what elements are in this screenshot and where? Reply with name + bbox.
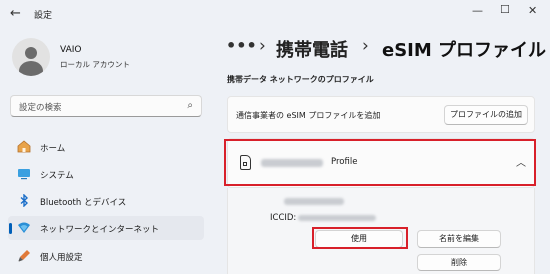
page-title: eSIM プロファイル xyxy=(382,40,547,61)
add-profile-button[interactable]: プロファイルの追加 xyxy=(444,105,528,125)
sidebar-item-label: ホーム xyxy=(40,144,66,154)
delete-profile-button[interactable]: 削除 xyxy=(417,254,501,271)
add-profile-text: 通信事業者の eSIM プロファイルを追加 xyxy=(236,111,381,120)
system-icon xyxy=(18,169,30,180)
sim-chip xyxy=(243,162,247,166)
search-icon: ⌕ xyxy=(187,100,193,111)
redacted-carrier-name xyxy=(261,159,323,167)
user-account-type: ローカル アカウント xyxy=(60,60,130,69)
redacted-profile-detail xyxy=(284,198,344,205)
breadcrumb-more-button[interactable]: ••• xyxy=(226,36,257,55)
sidebar-item-label: 個人用設定 xyxy=(40,253,83,263)
rename-profile-button[interactable]: 名前を編集 xyxy=(417,230,501,248)
section-title: 携帯データ ネットワークのプロファイル xyxy=(227,75,374,84)
chevron-right-icon: › xyxy=(259,36,266,56)
home-icon xyxy=(17,140,31,153)
add-profile-card: 通信事業者の eSIM プロファイルを追加 プロファイルの追加 xyxy=(227,96,535,133)
sim-card-icon xyxy=(240,155,251,170)
user-name: VAIO xyxy=(60,45,82,55)
sidebar-item-home[interactable]: ホーム xyxy=(8,135,204,159)
avatar-body xyxy=(19,61,43,76)
sidebar-item-bluetooth[interactable]: Bluetooth とデバイス xyxy=(8,189,204,213)
iccid-label: ICCID: xyxy=(270,213,297,223)
close-button[interactable]: ✕ xyxy=(528,4,537,17)
minimize-button[interactable]: — xyxy=(472,4,483,17)
sidebar-item-personalization[interactable]: 個人用設定 xyxy=(8,244,204,268)
sidebar-item-system[interactable]: システム xyxy=(8,162,204,186)
sidebar-item-network[interactable]: ネットワークとインターネット xyxy=(8,216,204,240)
sidebar-item-label: システム xyxy=(40,171,74,181)
maximize-button[interactable]: ☐ xyxy=(500,3,510,16)
back-button[interactable]: ← xyxy=(10,6,21,21)
network-icon xyxy=(18,222,30,233)
bluetooth-icon xyxy=(20,194,29,207)
avatar-head xyxy=(25,47,37,59)
chevron-right-icon: › xyxy=(362,36,369,56)
use-profile-button[interactable]: 使用 xyxy=(315,230,403,248)
title-bar: ← 設定 — ☐ ✕ xyxy=(0,0,550,28)
search-placeholder: 設定の検索 xyxy=(19,103,62,113)
breadcrumb-parent[interactable]: 携帯電話 xyxy=(276,36,348,62)
personalization-icon xyxy=(18,250,30,262)
search-input[interactable]: 設定の検索 ⌕ xyxy=(10,95,202,117)
sidebar-item-label: ネットワークとインターネット xyxy=(40,225,160,235)
profile-details: ICCID: 使用 名前を編集 削除 xyxy=(227,188,535,274)
avatar[interactable] xyxy=(12,38,50,76)
redacted-iccid-value xyxy=(298,215,376,221)
sidebar-item-label: Bluetooth とデバイス xyxy=(40,198,127,208)
profile-name: Profile xyxy=(331,157,358,167)
app-title: 設定 xyxy=(34,11,53,21)
chevron-up-icon[interactable]: ︿ xyxy=(516,154,526,169)
selection-indicator xyxy=(9,223,12,234)
profile-expander[interactable]: Profile ︿ xyxy=(227,138,535,188)
